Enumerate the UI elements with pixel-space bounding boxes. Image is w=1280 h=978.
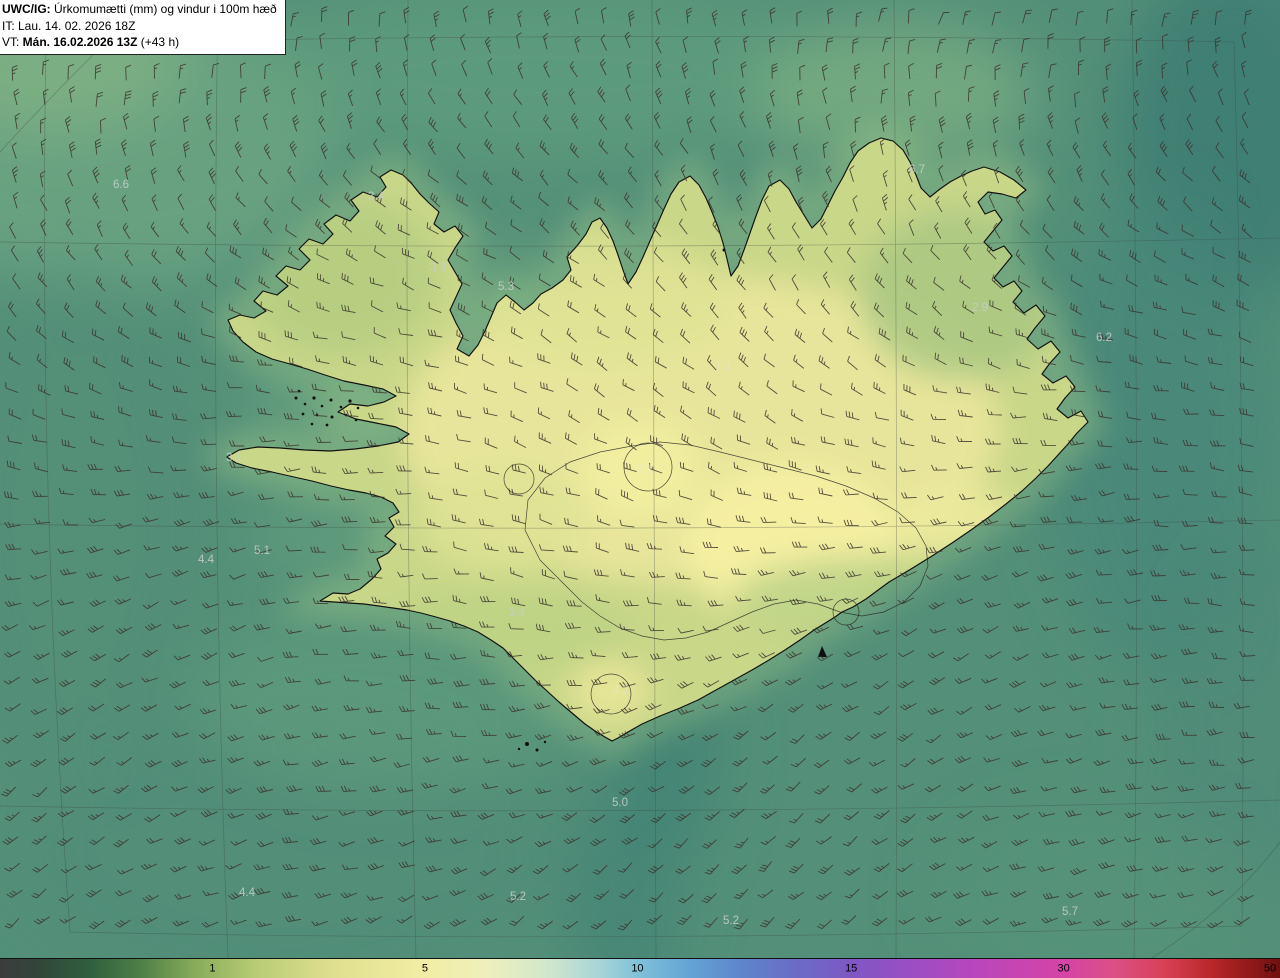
colorbar-tick-label: 30	[1057, 962, 1070, 974]
precip-label: 5.7	[1062, 906, 1078, 918]
precip-label: 7.1	[637, 464, 653, 476]
weather-map-app: 6.6 3.4 3.3 5.3 6.7 2.9 6.2 7.4 3.1 7.1 4.4 5.1 3.4 4…	[0, 0, 1280, 978]
precipitation-wind-map: 6.6 3.4 3.3 5.3 6.7 2.9 6.2 7.4 3.1 7.1 4.4 5.1 3.4 4…	[0, 0, 1280, 958]
valid-time-suffix: (+43 h)	[137, 35, 180, 50]
colorbar-tick-label: 5	[421, 962, 429, 974]
valid-time: Mán. 16.02.2026 13Z	[22, 35, 138, 50]
precip-label: 5.1	[254, 545, 270, 557]
precip-label: 3.1	[226, 452, 242, 464]
precip-label: 6.6	[113, 179, 129, 191]
valid-time-prefix: VT:	[2, 35, 23, 50]
colorbar-tick-label: 50	[1263, 962, 1277, 974]
model-name: UWC/IG:	[2, 2, 51, 16]
colorbar: 1 5 10 15 30 50	[0, 958, 1280, 978]
precip-label: 5.2	[723, 915, 739, 927]
title-line: UWC/IG: Úrkomumætti (mm) og vindur i 100…	[2, 1, 277, 18]
precip-label: 7.4	[715, 362, 732, 374]
precip-label: 5.0	[612, 797, 628, 809]
map-title-box: UWC/IG: Úrkomumætti (mm) og vindur i 100…	[0, 0, 286, 55]
map-title: Úrkomumætti (mm) og vindur i 100m hæð	[50, 2, 277, 16]
precip-label: 5.3	[498, 281, 514, 293]
colorbar-tick-label: 1	[209, 962, 216, 974]
precip-label: 6.7	[909, 164, 925, 176]
precip-label: 4.4	[198, 554, 215, 566]
precip-label: 3.3	[430, 262, 446, 274]
colorbar-tick-label: 10	[631, 962, 644, 974]
valid-time-line: VT: Mán. 16.02.2026 13Z (+43 h)	[2, 34, 277, 51]
colorbar-tick-label: 15	[845, 962, 858, 974]
precip-label: 5.2	[510, 891, 526, 903]
precip-label: 3.4	[368, 191, 385, 203]
precip-label: 6.2	[1096, 332, 1112, 344]
init-time: IT: Lau. 14. 02. 2026 18Z	[2, 18, 136, 33]
precip-label: 4.4	[239, 887, 256, 899]
precip-label: 2.9	[972, 302, 988, 314]
precip-label: 4.2	[613, 685, 629, 697]
precip-label: 3.4	[509, 607, 526, 619]
